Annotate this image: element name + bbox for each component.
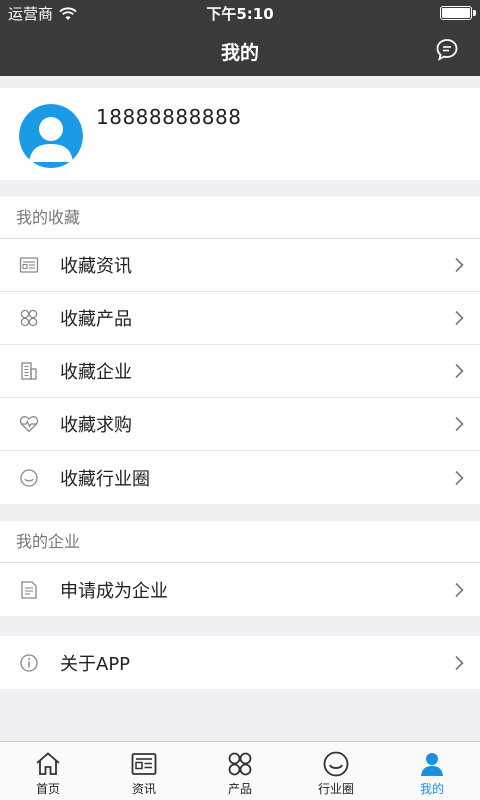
apply-company-label: 申请成为企业: [60, 580, 168, 602]
favorites-section: 我的收藏 收藏资讯 收藏产品 收藏企业 收藏求购 收藏行业圈: [0, 197, 480, 504]
tab-home-label: 首页: [35, 782, 60, 796]
document-icon: [21, 580, 37, 599]
tab-products-label: 产品: [227, 782, 252, 796]
chevron-right-icon: [455, 310, 464, 326]
page-title: 我的: [220, 42, 259, 64]
tab-news-label: 资讯: [131, 782, 156, 796]
product-grid-icon: [228, 752, 252, 776]
tab-news[interactable]: 资讯: [96, 742, 192, 800]
about-app-row[interactable]: 关于APP: [0, 636, 480, 689]
favorites-purchase-row[interactable]: 收藏求购: [0, 398, 480, 451]
status-time: 下午5:10: [206, 5, 274, 23]
profile-card[interactable]: 18888888888: [0, 88, 480, 180]
building-icon: [21, 362, 37, 380]
favorites-news-row[interactable]: 收藏资讯: [0, 239, 480, 292]
user-phone: 18888888888: [96, 105, 242, 129]
favorites-products-label: 收藏产品: [60, 309, 132, 330]
chevron-right-icon: [455, 470, 464, 485]
chevron-right-icon: [455, 582, 464, 597]
news-icon: [19, 257, 39, 273]
tab-circle[interactable]: 行业圈: [288, 742, 384, 800]
product-grid-icon: [20, 309, 38, 327]
smile-icon: [20, 468, 38, 487]
tab-home[interactable]: 首页: [0, 742, 96, 800]
user-icon: [421, 753, 443, 776]
chat-bubble-icon[interactable]: [434, 37, 460, 63]
favorites-news-label: 收藏资讯: [60, 256, 132, 277]
user-avatar-icon[interactable]: [19, 104, 83, 168]
tab-bar: 首页 资讯 产品 行业圈 我的: [0, 741, 480, 800]
info-icon: [20, 653, 38, 672]
apply-company-row[interactable]: 申请成为企业: [0, 563, 480, 616]
home-icon: [36, 752, 60, 775]
tab-products[interactable]: 产品: [192, 742, 288, 800]
favorites-products-row[interactable]: 收藏产品: [0, 292, 480, 345]
company-section: 我的企业 申请成为企业: [0, 521, 480, 616]
about-app-label: 关于APP: [60, 653, 131, 675]
battery-icon: [440, 6, 476, 20]
news-icon: [131, 753, 157, 775]
status-bar: 运营商 下午5:10: [0, 0, 480, 26]
favorites-circle-label: 收藏行业圈: [60, 468, 150, 490]
heartbeat-icon: [19, 416, 39, 433]
chevron-right-icon: [455, 416, 464, 432]
about-section: 关于APP: [0, 636, 480, 689]
chevron-right-icon: [455, 363, 464, 379]
favorites-companies-label: 收藏企业: [60, 362, 132, 383]
tab-mine[interactable]: 我的: [384, 742, 480, 800]
favorites-circle-row[interactable]: 收藏行业圈: [0, 451, 480, 504]
tab-mine-label: 我的: [419, 782, 444, 796]
tab-circle-label: 行业圈: [317, 782, 354, 796]
company-header: 我的企业: [0, 521, 480, 563]
chevron-right-icon: [455, 655, 464, 670]
nav-bar: 我的: [0, 26, 480, 76]
smile-icon: [323, 751, 349, 777]
favorites-purchase-label: 收藏求购: [60, 415, 132, 436]
chevron-right-icon: [455, 257, 464, 273]
favorites-header: 我的收藏: [0, 197, 480, 239]
favorites-companies-row[interactable]: 收藏企业: [0, 345, 480, 398]
